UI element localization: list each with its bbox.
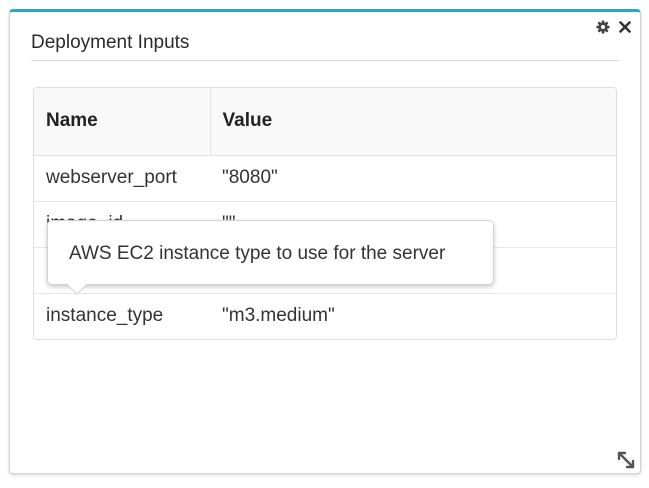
title-divider — [31, 60, 619, 61]
column-header-value[interactable]: Value — [210, 88, 616, 156]
resize-icon[interactable] — [617, 451, 635, 469]
inputs-table: Name Value webserver_port "8080" image_i… — [33, 87, 617, 340]
tooltip-text: AWS EC2 instance type to use for the ser… — [69, 243, 446, 264]
gear-icon[interactable] — [596, 20, 610, 34]
close-icon[interactable] — [618, 20, 632, 34]
table-row: instance_type "m3.medium" — [34, 292, 616, 339]
widget-actions — [596, 20, 632, 34]
input-value-cell: "m3.medium" — [210, 292, 616, 339]
widget-title: Deployment Inputs — [31, 32, 190, 53]
input-name-cell[interactable]: webserver_port — [34, 155, 210, 201]
table-header-row: Name Value — [34, 88, 616, 156]
input-value-cell: "8080" — [222, 167, 278, 188]
column-header-name[interactable]: Name — [34, 88, 211, 156]
input-name-cell[interactable]: instance_type — [34, 292, 210, 339]
description-tooltip: AWS EC2 instance type to use for the ser… — [47, 220, 494, 295]
table-row: webserver_port "8080" — [34, 155, 616, 201]
